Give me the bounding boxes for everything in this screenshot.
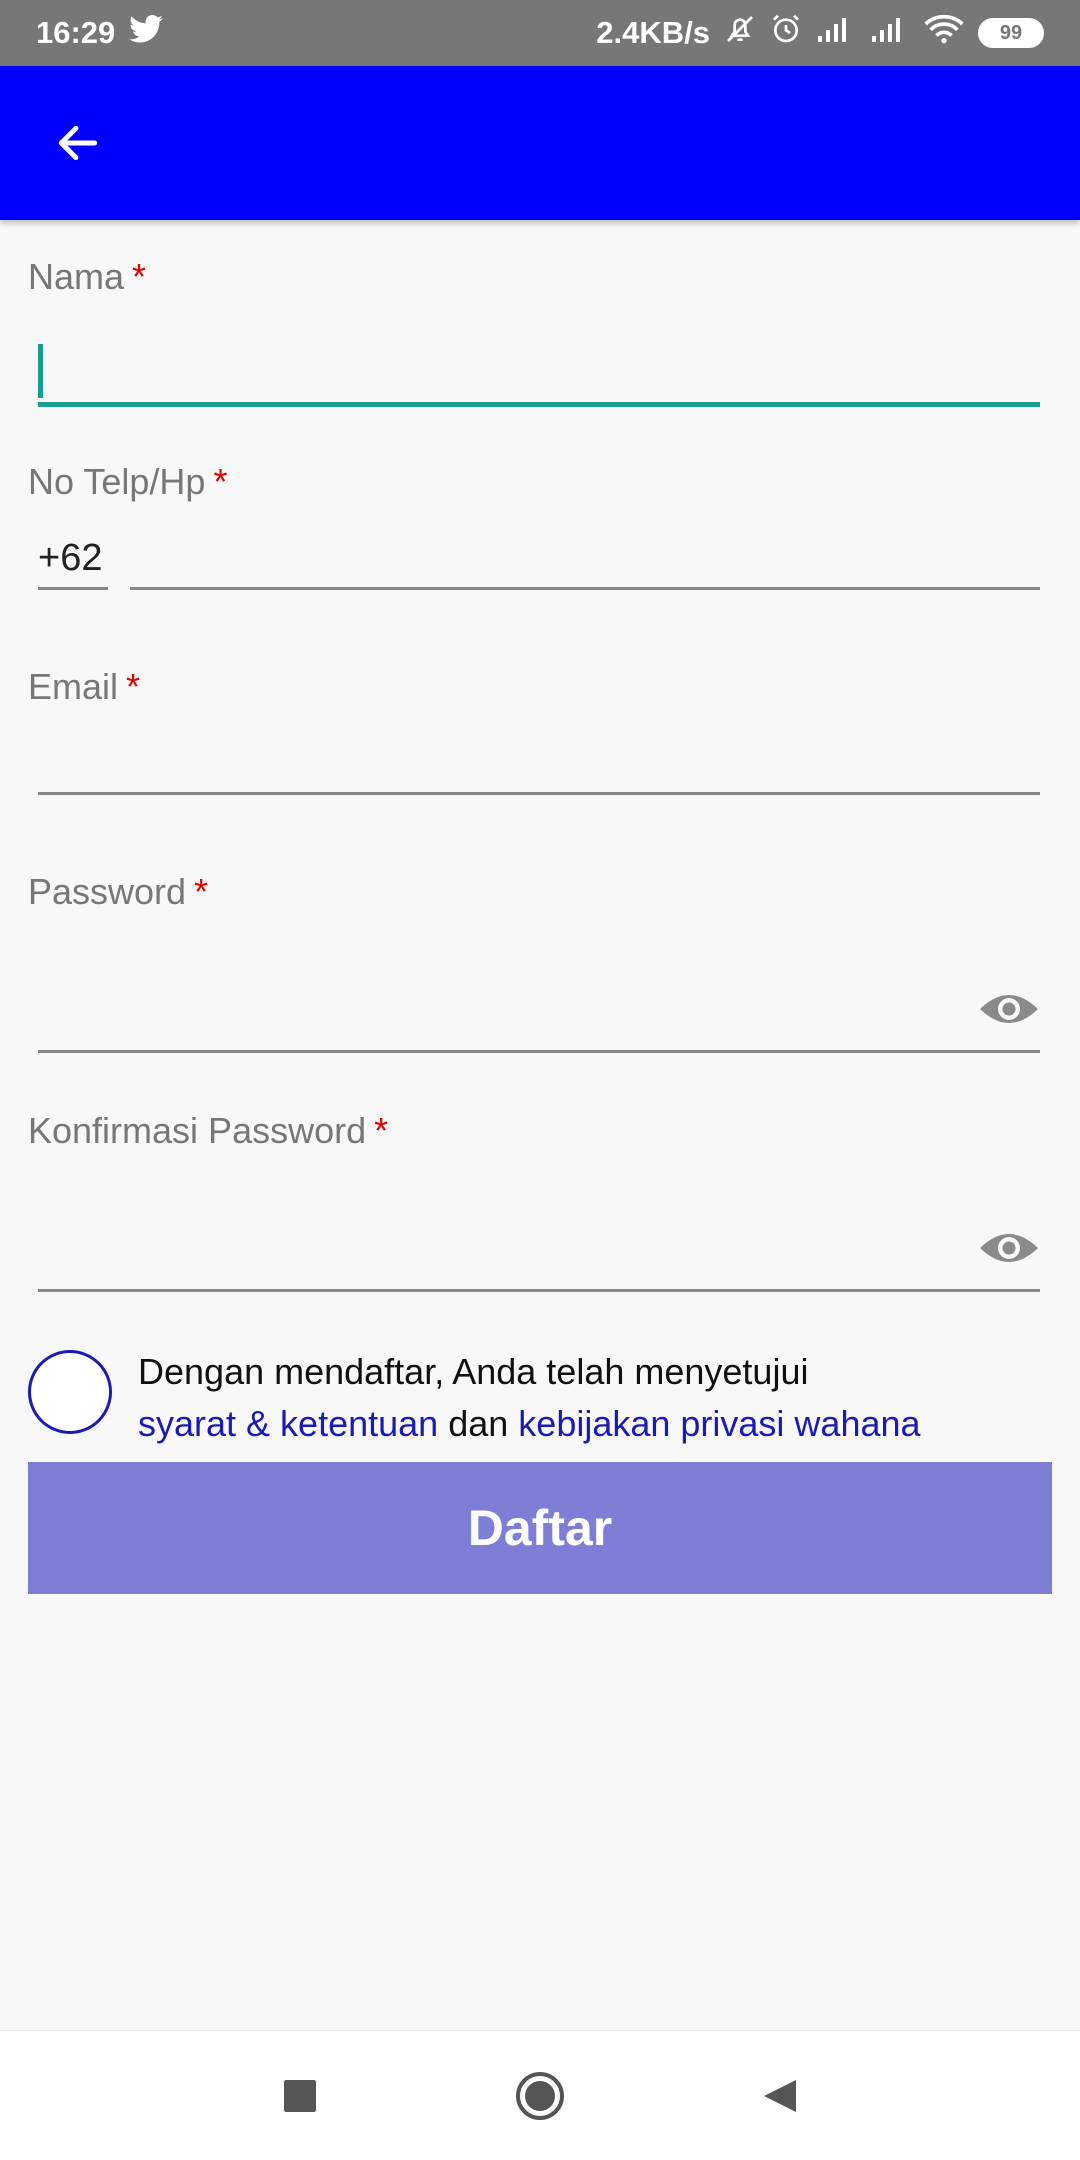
triangle-back-icon	[764, 2079, 796, 2112]
password-underline	[38, 1050, 1040, 1053]
agreement-checkbox[interactable]	[28, 1350, 112, 1434]
alarm-icon	[770, 13, 802, 53]
text-cursor	[38, 344, 43, 398]
email-label: Email *	[28, 666, 141, 707]
confirm-password-underline	[38, 1289, 1040, 1292]
agreement-text: Dengan mendaftar, Anda telah menyetujui …	[138, 1351, 921, 1444]
privacy-link[interactable]: kebijakan privasi wahana	[518, 1403, 920, 1444]
nama-label: Nama *	[28, 256, 147, 297]
agreement-connector: dan	[448, 1403, 509, 1444]
eye-icon	[980, 995, 1038, 1023]
phone-label: No Telp/Hp *	[28, 461, 228, 502]
nama-underline	[38, 402, 1040, 407]
back-nav-button[interactable]	[750, 2066, 810, 2126]
password-visibility-toggle[interactable]	[978, 989, 1040, 1029]
signal-icon	[816, 14, 856, 52]
square-icon	[284, 2079, 316, 2112]
eye-icon	[980, 1234, 1038, 1262]
home-button[interactable]	[510, 2066, 570, 2126]
password-label: Password *	[28, 871, 209, 912]
signal-icon	[870, 14, 910, 52]
confirm-password-input[interactable]	[38, 1212, 958, 1282]
status-bar: 16:29 2.4KB/s 99	[0, 0, 1080, 66]
terms-link[interactable]: syarat & ketentuan	[138, 1403, 438, 1444]
agreement-row: Dengan mendaftar, Anda telah menyetujui …	[0, 1340, 1080, 1460]
back-button[interactable]	[48, 113, 108, 173]
register-button[interactable]: Daftar	[28, 1462, 1052, 1594]
twitter-icon	[129, 15, 164, 51]
confirm-password-visibility-toggle[interactable]	[978, 1228, 1040, 1268]
email-underline	[38, 792, 1040, 795]
phone-underline	[130, 587, 1040, 590]
password-input[interactable]	[38, 973, 958, 1043]
country-code-prefix[interactable]: +62	[38, 537, 102, 580]
wifi-icon	[924, 14, 964, 52]
network-speed: 2.4KB/s	[596, 15, 710, 50]
mute-bell-icon	[724, 13, 756, 53]
circle-icon	[516, 2071, 564, 2120]
nama-input[interactable]	[38, 328, 1040, 398]
confirm-password-label: Konfirmasi Password *	[28, 1110, 389, 1151]
arrow-left-icon	[58, 125, 98, 161]
prefix-underline	[38, 587, 108, 590]
email-input[interactable]	[38, 730, 1040, 800]
battery-icon: 99	[978, 18, 1044, 48]
app-bar	[0, 66, 1080, 220]
recents-button[interactable]	[270, 2066, 330, 2126]
status-time: 16:29	[36, 15, 116, 50]
system-nav-bar	[0, 2030, 1080, 2160]
